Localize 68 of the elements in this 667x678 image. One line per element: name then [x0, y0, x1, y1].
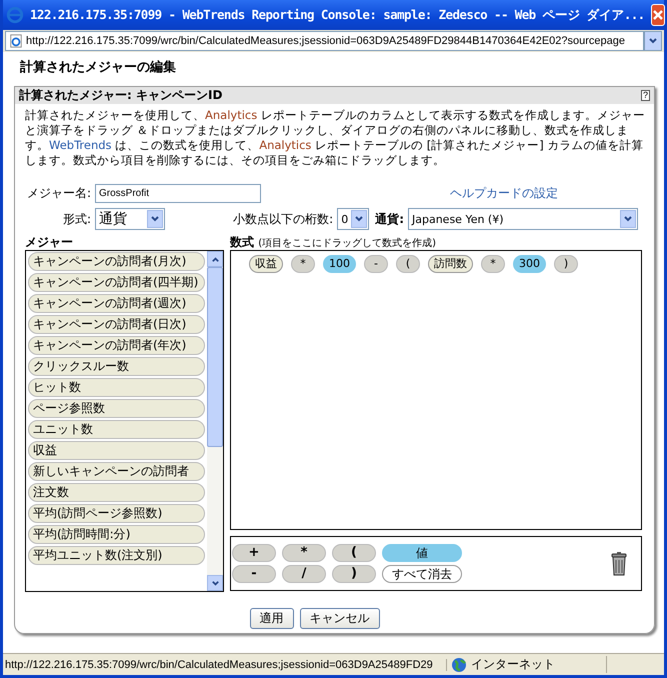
formula-token[interactable]: ( [396, 255, 420, 273]
measure-item[interactable]: ページ参照数 [28, 399, 205, 418]
field-label: 形式: [62, 210, 91, 228]
panel-title: 計算されたメジャー: キャンペーンID [19, 87, 222, 104]
formula-token[interactable]: - [364, 255, 388, 273]
dropdown-button[interactable] [644, 31, 662, 51]
measure-item[interactable]: 収益 [28, 441, 205, 460]
operator-button[interactable]: * [282, 544, 326, 562]
address-field[interactable]: http://122.216.175.35:7099/wrc/bin/CalculatedMeasures;jsessionid=063D9A25489FD29844B1470364E42E02?sourcepage [5, 31, 644, 51]
page-title: 計算されたメジャーの編集 [18, 58, 177, 77]
scrollbar[interactable] [207, 251, 223, 591]
operator-button[interactable]: - [232, 565, 276, 583]
close-button[interactable] [650, 4, 665, 26]
status-url: http://122.216.175.35:7099/wrc/bin/CalculatedMeasures;jsessionid=063D9A25489FD29 [3, 658, 447, 670]
apply-button[interactable]: 適用 [250, 608, 294, 629]
cancel-button[interactable]: キャンセル [300, 608, 380, 629]
formula-token[interactable]: ) [554, 255, 578, 273]
decimals-dropdown[interactable]: 0 [337, 208, 370, 230]
trash-icon[interactable] [611, 552, 627, 576]
page-icon [9, 34, 23, 48]
formula-hint: (項目をここにドラッグして数式を作成) [258, 238, 436, 249]
clear-all-button[interactable]: すべて消去 [382, 565, 462, 583]
formula-token[interactable]: * [291, 255, 315, 273]
format-dropdown[interactable]: 通貨 [95, 208, 165, 230]
close-icon [652, 9, 664, 21]
formula-token[interactable]: 300 [513, 255, 546, 273]
caret-icon [150, 214, 160, 224]
name-field[interactable]: GrossProfit [95, 184, 261, 202]
field-label: メジャー名: [26, 184, 91, 202]
zone-label: インターネット [471, 656, 555, 673]
caret-icon [210, 578, 220, 588]
formula-token[interactable]: 収益 [249, 255, 283, 273]
formula-heading: 数式 [230, 235, 254, 249]
globe-icon [451, 656, 467, 672]
measure-item[interactable]: キャンペーンの訪問者(年次) [28, 336, 205, 355]
measure-item[interactable]: ヒット数 [28, 378, 205, 397]
field-label: 小数点以下の桁数: [233, 210, 334, 228]
measure-item[interactable]: クリックスルー数 [28, 357, 205, 376]
measure-item[interactable]: 平均(訪問ページ参照数) [28, 504, 205, 523]
measure-item[interactable]: キャンペーンの訪問者(四半期) [28, 273, 205, 292]
window-title: 122.216.175.35:7099 - WebTrends Reporting Console: sample: Zedesco -- Web ページ ダイア... [30, 6, 645, 24]
help-button[interactable]: ? [640, 90, 650, 101]
measure-item[interactable]: 注文数 [28, 483, 205, 502]
operator-button[interactable]: 値 [382, 544, 462, 562]
measure-item[interactable]: キャンペーンの訪問者(月次) [28, 252, 205, 271]
help-card-link[interactable]: ヘルプカードの設定 [450, 184, 558, 202]
operator-button[interactable]: ) [332, 565, 376, 583]
measure-item[interactable]: ユニット数 [28, 420, 205, 439]
operator-button[interactable]: / [282, 565, 326, 583]
caret-icon [648, 36, 658, 46]
operator-button[interactable]: ( [332, 544, 376, 562]
measure-item[interactable]: キャンペーンの訪問者(日次) [28, 315, 205, 334]
caret-icon [354, 214, 364, 224]
currency-dropdown[interactable]: Japanese Yen (¥) [408, 208, 638, 230]
browser-icon [6, 6, 24, 24]
description-text: 計算されたメジャーを使用して、Analytics レポートテーブルのカラムとして表示する数式を作成します。メジャーと演算子をドラッグ ＆ドロップまたはダブルクリックし、ダイアログの右側のパネルに移動し、数式を作成します。WebTrends は、この数式を使用して、Analytics レポートテーブルの [計算されたメジャー] カラムの値を計算します。数式から項目を削除するには、その項目をごみ箱にドラッグします。 [25, 108, 646, 168]
measures-heading: メジャー [25, 234, 74, 250]
operator-button[interactable]: + [232, 544, 276, 562]
formula-token[interactable]: 訪問数 [428, 255, 473, 273]
measure-item[interactable]: 平均(訪問時間:分) [28, 525, 205, 544]
caret-icon [210, 254, 220, 264]
measure-item[interactable]: 新しいキャンペーンの訪問者 [28, 462, 205, 481]
formula-token[interactable]: 100 [323, 255, 356, 273]
caret-icon [623, 214, 633, 224]
field-label: 通貨: [375, 210, 404, 228]
measure-item[interactable]: 平均ユニット数(注文別) [28, 546, 205, 565]
measure-item[interactable]: キャンペーンの訪問者(週次) [28, 294, 205, 313]
formula-token[interactable]: * [481, 255, 505, 273]
